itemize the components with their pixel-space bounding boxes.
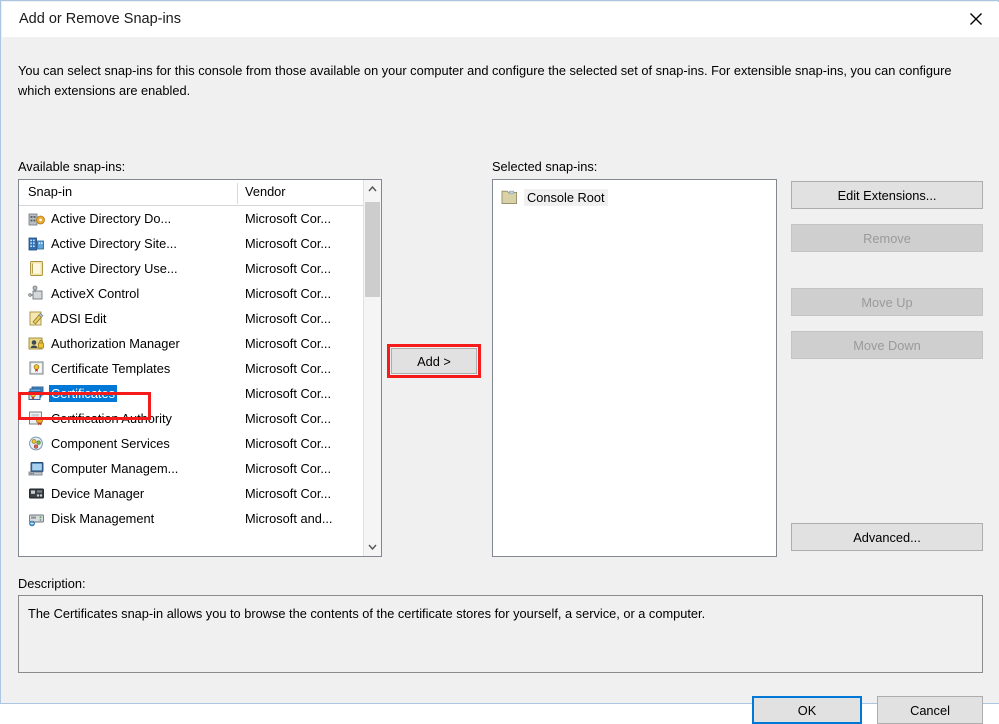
description-box: The Certificates snap-in allows you to b… bbox=[18, 595, 983, 673]
table-row[interactable]: Authorization Manager Microsoft Cor... bbox=[19, 331, 363, 356]
snapin-vendor: Microsoft Cor... bbox=[245, 361, 332, 376]
snapin-vendor: Microsoft Cor... bbox=[245, 261, 332, 276]
snapin-vendor: Microsoft Cor... bbox=[245, 436, 332, 451]
snapin-name: Device Manager bbox=[51, 486, 145, 501]
snapin-name: Component Services bbox=[51, 436, 170, 451]
table-row[interactable]: Disk Management Microsoft and... bbox=[19, 506, 363, 531]
snapin-vendor: Microsoft Cor... bbox=[245, 386, 332, 401]
snapin-name: Certificates bbox=[49, 385, 118, 402]
table-row[interactable]: Active Directory Site... Microsoft Cor... bbox=[19, 231, 363, 256]
table-row[interactable]: Device Manager Microsoft Cor... bbox=[19, 481, 363, 506]
certificate-templates-icon bbox=[28, 360, 45, 377]
active-directory-users-icon bbox=[28, 260, 45, 277]
computer-management-icon bbox=[28, 460, 45, 477]
description-label: Description: bbox=[18, 576, 86, 591]
snapin-vendor: Microsoft Cor... bbox=[245, 411, 332, 426]
active-directory-sites-icon bbox=[28, 235, 45, 252]
available-rows-container: Active Directory Do... Microsoft Cor... Ac… bbox=[19, 206, 363, 556]
table-row[interactable]: ActiveX Control Microsoft Cor... bbox=[19, 281, 363, 306]
remove-button: Remove bbox=[791, 224, 983, 252]
activex-control-icon bbox=[28, 285, 45, 302]
snapin-name: Active Directory Use... bbox=[51, 261, 178, 276]
snapin-vendor: Microsoft Cor... bbox=[245, 286, 332, 301]
table-row[interactable]: Active Directory Use... Microsoft Cor... bbox=[19, 256, 363, 281]
snapin-name: Authorization Manager bbox=[51, 336, 180, 351]
available-list-scrollbar[interactable] bbox=[363, 180, 381, 556]
ok-button[interactable]: OK bbox=[752, 696, 862, 724]
table-row[interactable]: Certificates Microsoft Cor... bbox=[19, 381, 363, 406]
table-row[interactable]: Computer Managem... Microsoft Cor... bbox=[19, 456, 363, 481]
snapin-vendor: Microsoft Cor... bbox=[245, 311, 332, 326]
dialog-body: You can select snap-ins for this console… bbox=[2, 37, 999, 724]
available-snapins-list[interactable]: Snap-in Vendor Active Directory Do... Mic… bbox=[18, 179, 382, 557]
snapin-name: Certificate Templates bbox=[51, 361, 171, 376]
table-row[interactable]: Component Services Microsoft Cor... bbox=[19, 431, 363, 456]
authorization-manager-icon bbox=[28, 335, 45, 352]
snapin-name: Certification Authority bbox=[51, 411, 172, 426]
snapin-name: Disk Management bbox=[51, 511, 155, 526]
move-down-button: Move Down bbox=[791, 331, 983, 359]
close-icon[interactable] bbox=[953, 2, 999, 36]
selected-snapins-label: Selected snap-ins: bbox=[492, 159, 598, 174]
table-row[interactable]: Certification Authority Microsoft Cor... bbox=[19, 406, 363, 431]
column-header-vendor[interactable]: Vendor bbox=[245, 184, 286, 199]
snapin-name: Computer Managem... bbox=[51, 461, 179, 476]
scrollbar-thumb[interactable] bbox=[365, 202, 380, 297]
window-title: Add or Remove Snap-ins bbox=[19, 11, 181, 27]
table-row[interactable]: Active Directory Do... Microsoft Cor... bbox=[19, 206, 363, 231]
snapin-vendor: Microsoft Cor... bbox=[245, 336, 332, 351]
adsi-edit-icon bbox=[28, 310, 45, 327]
component-services-icon bbox=[28, 435, 45, 452]
snapin-vendor: Microsoft Cor... bbox=[245, 236, 332, 251]
table-row[interactable]: ADSI Edit Microsoft Cor... bbox=[19, 306, 363, 331]
device-manager-icon bbox=[28, 485, 45, 502]
snapin-name: ADSI Edit bbox=[51, 311, 107, 326]
snapin-vendor: Microsoft Cor... bbox=[245, 461, 332, 476]
list-column-header: Snap-in Vendor bbox=[19, 180, 381, 206]
disk-management-icon bbox=[28, 510, 45, 527]
scroll-down-icon[interactable] bbox=[364, 538, 381, 556]
snapin-vendor: Microsoft Cor... bbox=[245, 211, 332, 226]
snapin-vendor: Microsoft and... bbox=[245, 511, 333, 526]
snapin-name: Active Directory Do... bbox=[51, 211, 172, 226]
advanced-button[interactable]: Advanced... bbox=[791, 523, 983, 551]
edit-extensions-button[interactable]: Edit Extensions... bbox=[791, 181, 983, 209]
tree-item-console-root[interactable]: Console Root bbox=[501, 187, 608, 207]
selected-snapins-list[interactable]: Console Root bbox=[492, 179, 777, 557]
certificates-icon bbox=[28, 385, 45, 402]
snapin-name: ActiveX Control bbox=[51, 286, 140, 301]
snapin-name: Active Directory Site... bbox=[51, 236, 177, 251]
available-snapins-label: Available snap-ins: bbox=[18, 159, 126, 174]
snapin-vendor: Microsoft Cor... bbox=[245, 486, 332, 501]
cancel-button[interactable]: Cancel bbox=[877, 696, 983, 724]
add-remove-snapins-dialog: Add or Remove Snap-ins You can select sn… bbox=[0, 0, 999, 724]
scroll-up-icon[interactable] bbox=[364, 180, 381, 198]
move-up-button: Move Up bbox=[791, 288, 983, 316]
title-bar: Add or Remove Snap-ins bbox=[2, 2, 999, 37]
column-header-snapin[interactable]: Snap-in bbox=[28, 184, 72, 199]
tree-item-label: Console Root bbox=[524, 188, 608, 206]
certification-authority-icon bbox=[28, 410, 45, 427]
folder-icon bbox=[501, 190, 518, 205]
description-text: The Certificates snap-in allows you to b… bbox=[28, 606, 706, 621]
add-button[interactable]: Add > bbox=[391, 348, 477, 374]
intro-text: You can select snap-ins for this console… bbox=[18, 63, 952, 98]
table-row[interactable]: Certificate Templates Microsoft Cor... bbox=[19, 356, 363, 381]
active-directory-domains-icon bbox=[28, 210, 45, 227]
column-divider bbox=[237, 183, 238, 204]
